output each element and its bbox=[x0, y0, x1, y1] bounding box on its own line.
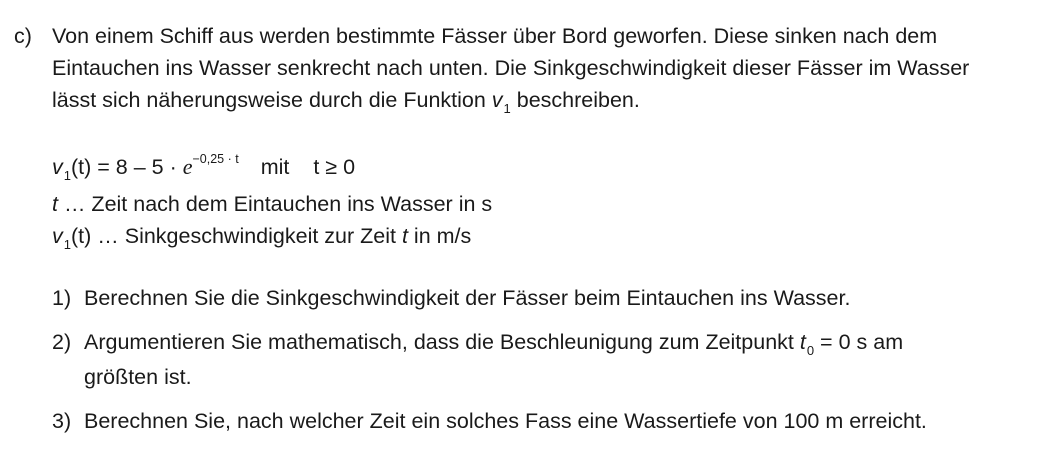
subtask-2-text-before: Argumentieren Sie mathematisch, dass die… bbox=[84, 330, 800, 354]
subtask-1: 1) Berechnen Sie die Sinkgeschwindigkeit… bbox=[52, 282, 1052, 314]
subtask-2-text-after: = 0 s am bbox=[814, 330, 904, 354]
subtask-1-number: 1) bbox=[52, 286, 72, 310]
formula-rhs: = 8 – 5 · bbox=[91, 155, 183, 180]
function-sub: 1 bbox=[503, 101, 511, 116]
formula-lhs-arg: (t) bbox=[70, 155, 92, 180]
intro-line-3-before: lässt sich näherungsweise durch die Funk… bbox=[52, 88, 492, 112]
task-letter: c) bbox=[14, 24, 32, 48]
subtask-2-t0-sub: 0 bbox=[806, 343, 815, 358]
def-v-sub: 1 bbox=[63, 237, 71, 252]
function-var: v bbox=[491, 88, 503, 112]
intro-line-2: Eintauchen ins Wasser senkrecht nach unt… bbox=[52, 56, 970, 80]
intro-line-3: lässt sich näherungsweise durch die Funk… bbox=[52, 84, 1052, 119]
formula-exponent: −0,25 · t bbox=[192, 152, 239, 166]
function-formula: v1(t) = 8 – 5 · e−0,25 · t mit t ≥ 0 bbox=[52, 146, 355, 186]
subtask-2-line-1: Argumentieren Sie mathematisch, dass die… bbox=[84, 326, 1052, 361]
subtask-3-number: 3) bbox=[52, 409, 72, 433]
definition-t: t … Zeit nach dem Eintauchen ins Wasser … bbox=[52, 188, 492, 220]
def-t-text: … Zeit nach dem Eintauchen ins Wasser in… bbox=[57, 192, 493, 216]
subtask-2-t0-var: t bbox=[799, 330, 806, 354]
subtask-list: 1) Berechnen Sie die Sinkgeschwindigkeit… bbox=[52, 282, 1052, 437]
formula-lhs-sub: 1 bbox=[63, 168, 71, 184]
intro-line-1: Von einem Schiff aus werden bestimmte Fä… bbox=[52, 24, 938, 48]
subtask-3-text: Berechnen Sie, nach welcher Zeit ein sol… bbox=[84, 409, 927, 433]
task-intro: Von einem Schiff aus werden bestimmte Fä… bbox=[52, 20, 1052, 119]
def-v-text-before: … Sinkgeschwindigkeit zur Zeit bbox=[91, 224, 402, 248]
formula-lhs-var: v bbox=[52, 155, 63, 180]
subtask-2-number: 2) bbox=[52, 330, 72, 354]
def-v-text-after: in m/s bbox=[407, 224, 472, 248]
formula-mit: mit bbox=[260, 155, 290, 180]
intro-line-3-after: beschreiben. bbox=[510, 88, 640, 112]
subtask-2-line-2: größten ist. bbox=[84, 365, 192, 389]
subtask-2: 2) Argumentieren Sie mathematisch, dass … bbox=[52, 326, 1052, 393]
subtask-1-text: Berechnen Sie die Sinkgeschwindigkeit de… bbox=[84, 286, 851, 310]
formula-condition: t ≥ 0 bbox=[313, 155, 356, 180]
def-v-symbol: v bbox=[52, 224, 63, 248]
definition-v: v1(t) … Sinkgeschwindigkeit zur Zeit t i… bbox=[52, 220, 471, 255]
subtask-3: 3) Berechnen Sie, nach welcher Zeit ein … bbox=[52, 405, 1052, 437]
def-v-arg: (t) bbox=[70, 224, 92, 248]
